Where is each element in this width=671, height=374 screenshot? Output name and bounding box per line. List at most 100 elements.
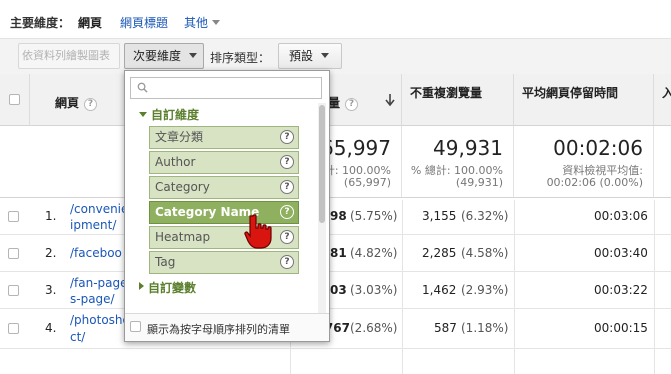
header-unique-pageviews-label: 不重複瀏覽量 [410,86,483,100]
summary-unique: 49,931 % 總計: 100.00% (49,931) [402,126,514,198]
tab-other[interactable]: 其他 [184,14,221,31]
row-avg-time: 00:03:40 [594,246,648,260]
sort-type-label: 排序類型： [210,51,271,65]
column-divider [654,200,655,374]
row-pageviews-pct: (4.82%) [350,246,398,260]
row-pageviews: 03 [330,283,347,297]
help-icon[interactable]: ? [280,130,294,144]
row-avg-time: 00:03:06 [594,209,648,223]
row-unique: 587 [434,321,457,335]
row-unique-pct: (2.93%) [461,283,509,297]
summary-pageviews-value: 65,997 [321,136,391,160]
header-extra-label: 入 [662,86,671,100]
header-pageviews-label: 量? [328,94,359,111]
summary-pageviews-total: (65,997) [343,176,391,189]
triangle-right-icon [139,282,144,290]
alphabetical-list-checkbox[interactable] [130,321,141,332]
header-unique-pageviews[interactable]: 不重複瀏覽量 [402,74,514,126]
dimension-item-label: Heatmap [155,230,211,244]
dropdown-scrollbar-thumb[interactable] [319,105,325,223]
dimension-item-selected[interactable]: Category Name? [149,201,299,224]
help-icon[interactable]: ? [280,255,294,269]
header-avg-time-label: 平均網頁停留時間 [522,86,619,100]
triangle-down-icon [139,112,147,117]
search-icon [137,82,148,93]
tab-other-label: 其他 [184,16,209,30]
row-page-link[interactable]: /fan-page [70,276,128,290]
sort-type-value: 預設 [289,49,314,63]
secondary-dimension-label: 次要維度 [133,49,182,63]
summary-avg-time: 00:02:06 資料檢視平均值: 00:02:06 (0.00%) [514,126,654,198]
header-select-all [0,74,30,126]
select-all-checkbox[interactable] [9,94,20,105]
table-toolbar: 依資料列繪製圖表 次要維度 排序類型： 預設 [0,38,671,74]
dropdown-footer: 顯示為按字母順序排列的清單 [125,313,329,341]
column-divider [514,200,515,374]
row-checkbox[interactable] [8,248,19,259]
header-page-text: 網頁 [55,96,80,110]
dimension-item-label: Category [155,180,210,194]
row-unique-pct: (6.32%) [461,209,509,223]
column-divider [402,200,403,374]
table-row: 2. /faceboo 81 (4.82%) 2,285 (4.58%) 00:… [0,235,671,272]
row-unique: 1,462 [422,283,457,297]
help-icon[interactable]: ? [280,155,294,169]
row-checkbox[interactable] [8,285,19,296]
header-extra[interactable]: 入 [654,74,671,126]
row-page-link-cont[interactable]: s-page/ [70,292,115,306]
row-avg-time: 00:03:22 [594,283,648,297]
chevron-down-icon [212,20,221,25]
table-row: 3. /fan-page s-page/ 03 (3.03%) 1,462 (2… [0,272,671,309]
summary-extra [654,126,671,198]
header-avg-time[interactable]: 平均網頁停留時間 [514,74,654,126]
row-index: 4. [45,321,57,335]
help-icon[interactable]: ? [280,205,294,219]
header-page-label: 網頁? [55,94,98,111]
row-checkbox[interactable] [8,211,19,222]
chevron-down-icon [189,53,198,58]
summary-avg-time-total: 00:02:06 (0.00%) [546,176,643,189]
row-index: 3. [45,283,57,297]
table-row: 1. /convenie ipment/ 98 (5.75%) 3,155 (6… [0,198,671,235]
sort-type-select[interactable]: 預設 [278,43,342,69]
help-icon[interactable]: ? [84,98,98,111]
row-unique: 2,285 [422,246,457,260]
dimension-item[interactable]: Tag? [149,251,299,274]
row-page-link-cont[interactable]: ct/ [70,330,85,344]
table-row: 4. /photoshop-teaching-star-trail-effe c… [0,309,671,349]
summary-avg-time-value: 00:02:06 [553,136,643,160]
dimension-item[interactable]: Category? [149,176,299,199]
group-custom-variables-label: 自訂變數 [148,281,197,295]
group-custom-variables[interactable]: 自訂變數 [139,279,196,296]
alphabetical-list-label: 顯示為按字母順序排列的清單 [147,323,290,336]
help-icon[interactable]: ? [280,230,294,244]
plot-rows-button[interactable]: 依資料列繪製圖表 [18,43,120,69]
row-avg-time: 00:00:15 [594,321,648,335]
secondary-dimension-button[interactable]: 次要維度 [124,43,204,69]
help-icon[interactable]: ? [280,180,294,194]
help-icon[interactable]: ? [345,98,359,111]
secondary-dimension-dropdown: 自訂維度 文章分類? Author? Category? Category Na… [124,70,330,342]
row-page-link[interactable]: /faceboo [70,246,122,260]
row-pageviews-pct: (3.03%) [350,283,398,297]
group-custom-dimensions[interactable]: 自訂維度 [139,106,199,123]
row-pageviews-pct: (5.75%) [350,209,398,223]
hand-cursor-icon [244,214,272,249]
row-unique: 3,155 [422,209,457,223]
sort-arrow-down-icon [385,94,395,106]
tab-page-title[interactable]: 網頁標題 [120,14,168,31]
row-index: 1. [45,209,57,223]
row-checkbox[interactable] [8,323,19,334]
dimension-item[interactable]: Author? [149,151,299,174]
summary-unique-value: 49,931 [433,136,503,160]
row-index: 2. [45,246,57,260]
row-unique-pct: (1.18%) [461,321,509,335]
row-page-link[interactable]: /convenie [70,202,128,216]
group-custom-dimensions-label: 自訂維度 [151,108,200,122]
primary-dimension-label: 主要維度： [10,16,71,30]
dimension-item[interactable]: 文章分類? [149,126,299,149]
row-page-link-cont[interactable]: ipment/ [70,218,116,232]
tab-page[interactable]: 網頁 [78,14,102,31]
dimension-search-input[interactable] [130,77,322,99]
dimension-item[interactable]: Heatmap? [149,226,299,249]
